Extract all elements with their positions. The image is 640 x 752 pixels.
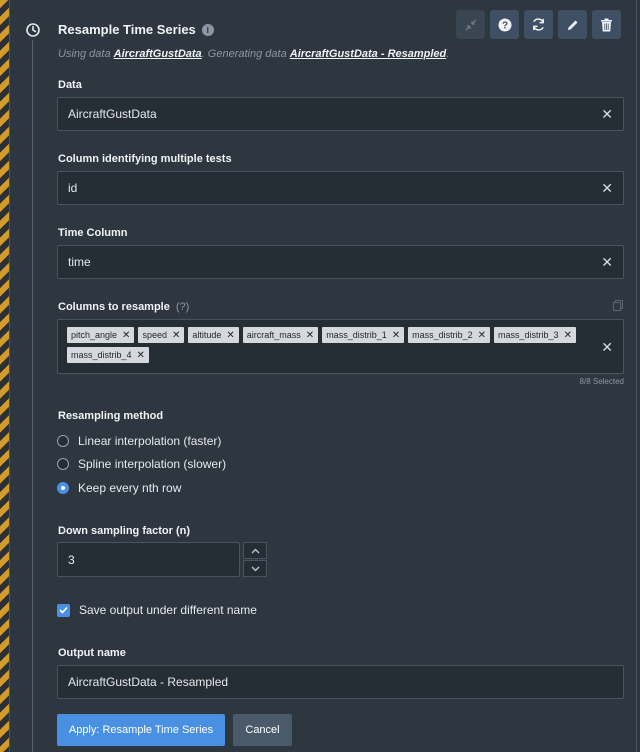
checkmark-icon: [59, 606, 68, 614]
column-tag-label: altitude: [192, 330, 222, 340]
subtitle-middle: . Generating data: [201, 48, 287, 60]
refresh-button[interactable]: [524, 10, 553, 39]
output-name-label: Output name: [58, 647, 126, 659]
column-tag: mass_distrib_4 ✕: [67, 347, 149, 363]
resample-columns-multiselect[interactable]: pitch_angle ✕ speed ✕ altitude ✕ aircraft_m…: [57, 319, 624, 374]
save-output-checkbox[interactable]: [57, 603, 70, 617]
remove-tag-icon[interactable]: ✕: [478, 330, 486, 341]
tests-column-value: id: [68, 181, 78, 195]
left-border: [9, 0, 10, 752]
output-name-input[interactable]: AircraftGustData - Resampled: [57, 665, 624, 699]
data-value: AircraftGustData: [68, 107, 157, 121]
delete-button[interactable]: [592, 10, 621, 39]
radio-linear[interactable]: Linear interpolation (faster): [57, 434, 221, 448]
data-select[interactable]: AircraftGustData ✕: [57, 97, 624, 131]
copy-icon[interactable]: [613, 300, 623, 311]
radio-nth-row[interactable]: Keep every nth row: [57, 481, 181, 495]
clear-time-column-icon[interactable]: ✕: [601, 255, 613, 269]
radio-linear-label: Linear interpolation (faster): [78, 434, 222, 448]
collapse-icon: [465, 19, 476, 30]
edit-button[interactable]: [558, 10, 587, 39]
tests-column-select[interactable]: id ✕: [57, 171, 624, 205]
panel-title: Resample Time Series i: [58, 22, 214, 37]
remove-tag-icon[interactable]: ✕: [306, 330, 314, 341]
column-tag: mass_distrib_1 ✕: [322, 327, 405, 343]
subtitle-prefix: Using data: [58, 48, 111, 60]
remove-tag-icon[interactable]: ✕: [392, 330, 400, 341]
remove-tag-icon[interactable]: ✕: [122, 330, 130, 341]
data-label: Data: [58, 79, 82, 91]
refresh-icon: [533, 18, 544, 31]
column-tag-label: speed: [142, 330, 167, 340]
save-output-label: Save output under different name: [79, 603, 257, 617]
cancel-button[interactable]: Cancel: [233, 714, 292, 746]
input-dataset-link[interactable]: AircraftGustData: [114, 48, 202, 60]
column-tag-label: mass_distrib_4: [71, 350, 132, 360]
collapse-button[interactable]: [456, 10, 485, 39]
chevron-up-icon: [251, 548, 259, 553]
column-tag-label: mass_distrib_1: [326, 330, 387, 340]
edit-icon: [567, 20, 577, 30]
remove-tag-icon[interactable]: ✕: [226, 330, 234, 341]
output-name-value: AircraftGustData - Resampled: [68, 675, 229, 689]
save-output-option[interactable]: Save output under different name: [57, 603, 257, 617]
remove-tag-icon[interactable]: ✕: [137, 350, 145, 361]
radio-nth-row-button[interactable]: [57, 482, 69, 494]
info-icon[interactable]: i: [201, 23, 214, 36]
column-tag: altitude ✕: [188, 327, 239, 343]
right-border: [636, 0, 637, 752]
time-column-label: Time Column: [58, 227, 128, 239]
delete-icon: [601, 18, 612, 31]
column-tag-label: mass_distrib_3: [498, 330, 559, 340]
stepper-down-button[interactable]: [243, 560, 267, 577]
apply-button[interactable]: Apply: Resample Time Series: [57, 714, 225, 746]
title-text: Resample Time Series: [58, 22, 196, 37]
clear-tests-column-icon[interactable]: ✕: [601, 181, 613, 195]
column-tag: pitch_angle ✕: [67, 327, 135, 343]
resample-columns-label-text: Columns to resample: [58, 301, 170, 313]
svg-text:?: ?: [501, 20, 507, 31]
tests-column-label: Column identifying multiple tests: [58, 153, 232, 165]
column-tag: speed ✕: [138, 327, 185, 343]
remove-tag-icon[interactable]: ✕: [172, 330, 180, 341]
downsampling-stepper[interactable]: [243, 542, 267, 577]
radio-spline-label: Spline interpolation (slower): [78, 457, 227, 471]
time-column-select[interactable]: time ✕: [57, 245, 624, 279]
timeline-line: [32, 40, 33, 752]
clear-columns-icon[interactable]: ✕: [601, 340, 613, 354]
radio-linear-button[interactable]: [57, 435, 69, 447]
resample-columns-label: Columns to resample (?): [58, 301, 189, 313]
clear-data-icon[interactable]: ✕: [601, 107, 613, 121]
stepper-up-button[interactable]: [243, 542, 267, 559]
clock-icon: [26, 23, 40, 37]
chevron-down-icon: [251, 566, 259, 571]
column-tag: mass_distrib_3 ✕: [494, 327, 576, 343]
resampling-method-label: Resampling method: [58, 410, 164, 422]
resample-columns-help[interactable]: (?): [176, 301, 189, 313]
panel-toolbar: ?: [456, 10, 621, 39]
column-tag: aircraft_mass ✕: [242, 327, 319, 343]
column-tag: mass_distrib_2 ✕: [408, 327, 491, 343]
status-stripe: [0, 0, 9, 752]
radio-nth-row-label: Keep every nth row: [78, 481, 182, 495]
column-tag-label: pitch_angle: [71, 330, 118, 340]
column-tag-label: mass_distrib_2: [412, 330, 473, 340]
downsampling-input[interactable]: 3: [57, 542, 240, 577]
help-button[interactable]: ?: [490, 10, 519, 39]
radio-spline-button[interactable]: [57, 458, 69, 470]
downsampling-label: Down sampling factor (n): [58, 525, 190, 537]
downsampling-value: 3: [68, 552, 75, 567]
output-dataset-link[interactable]: AircraftGustData - Resampled: [290, 48, 447, 60]
panel-subtitle: Using data AircraftGustData. Generating …: [58, 48, 449, 60]
selected-count: 8/8 Selected: [579, 377, 624, 386]
column-tag-label: aircraft_mass: [246, 330, 301, 340]
subtitle-end: .: [446, 48, 450, 60]
radio-spline[interactable]: Spline interpolation (slower): [57, 457, 226, 471]
time-column-value: time: [68, 255, 91, 269]
remove-tag-icon[interactable]: ✕: [564, 330, 572, 341]
help-icon: ?: [498, 18, 511, 31]
